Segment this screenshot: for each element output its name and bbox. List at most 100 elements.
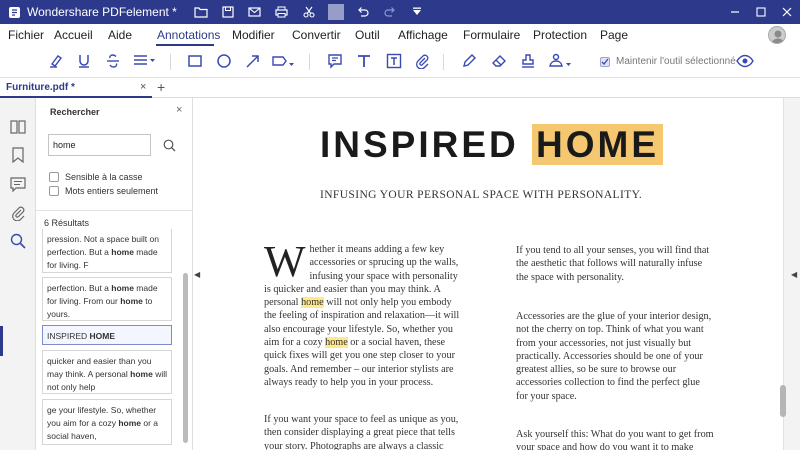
menu-formulaire[interactable]: Formulaire: [463, 28, 520, 42]
comments-icon[interactable]: [9, 175, 27, 193]
attach-icon[interactable]: [413, 52, 431, 70]
doc-heading: INSPIRED HOME: [320, 124, 664, 166]
textbox-icon[interactable]: [385, 52, 403, 70]
keep-tool-checkbox[interactable]: [600, 56, 610, 67]
toolbar-divider: [309, 54, 310, 70]
result-item-selected[interactable]: INSPIRED HOME: [42, 325, 172, 345]
left-rail: [0, 98, 36, 450]
signature-icon[interactable]: [548, 52, 574, 70]
menu-affichage[interactable]: Affichage: [398, 28, 448, 42]
undo-icon[interactable]: [355, 4, 371, 20]
menu-aide[interactable]: Aide: [108, 28, 132, 42]
add-tab-icon[interactable]: +: [157, 79, 165, 95]
app-logo-icon: [7, 5, 21, 19]
menu-modifier[interactable]: Modifier: [232, 28, 275, 42]
area-icon[interactable]: [271, 52, 297, 70]
app-title: Wondershare PDFelement *: [27, 5, 177, 19]
result-item[interactable]: quicker and easier than you may think. A…: [42, 350, 172, 394]
attachments-icon[interactable]: [9, 204, 27, 222]
scissors-icon[interactable]: [301, 4, 317, 20]
search-hit: home: [301, 297, 324, 309]
rail-active-indicator: [0, 326, 3, 356]
eye-icon[interactable]: [736, 52, 754, 70]
highlight-icon[interactable]: [47, 52, 65, 70]
bookmark-icon[interactable]: [9, 146, 27, 164]
results-list: pression. Not a space built on perfectio…: [42, 229, 172, 448]
eraser-icon[interactable]: [490, 52, 508, 70]
search-panel-title: Rechercher: [50, 107, 100, 117]
right-paragraph-1: If you tend to all your senses, you will…: [516, 245, 710, 283]
right-paragraph-2: Accessories are the glue of your interio…: [516, 311, 712, 402]
minimize-icon[interactable]: [722, 0, 748, 24]
right-paragraph-3: Ask yourself this: What do you want to g…: [516, 429, 714, 450]
title-bar: Wondershare PDFelement *: [0, 0, 800, 24]
menu-convertir[interactable]: Convertir: [292, 28, 341, 42]
close-icon[interactable]: [774, 0, 800, 24]
document-tab-bar: Furniture.pdf * × +: [0, 78, 800, 98]
keep-tool-selected[interactable]: Maintenir l'outil sélectionné: [600, 56, 736, 67]
menu-bar: Fichier Accueil Aide Annotations Modifie…: [0, 24, 800, 46]
toolbar-divider: [170, 54, 171, 70]
search-panel-icon[interactable]: [9, 232, 27, 250]
underline-icon[interactable]: [75, 52, 93, 70]
avatar[interactable]: [768, 26, 786, 44]
lines-icon[interactable]: [133, 52, 157, 70]
menu-outil[interactable]: Outil: [355, 28, 380, 42]
titlebar-divider: [327, 4, 344, 20]
left-column: Whether it means adding a few key access…: [264, 237, 462, 389]
collapse-panel-icon[interactable]: ◀: [194, 270, 200, 279]
search-panel-divider: [36, 210, 193, 211]
rectangle-icon[interactable]: [186, 52, 204, 70]
arrow-icon[interactable]: [244, 52, 262, 70]
search-input[interactable]: [48, 134, 151, 156]
print-icon[interactable]: [274, 4, 290, 20]
left-paragraph-1: Whether it means adding a few key access…: [264, 237, 460, 388]
expand-right-panel-icon[interactable]: ◀: [791, 270, 797, 279]
maximize-icon[interactable]: [748, 0, 774, 24]
redo-icon[interactable]: [382, 4, 398, 20]
ellipse-icon[interactable]: [215, 52, 233, 70]
left-paragraph-2: If you want your space to feel as unique…: [264, 414, 459, 450]
thumbnails-icon[interactable]: [9, 118, 27, 136]
results-count: 6 Résultats: [44, 218, 90, 228]
tab-close-icon[interactable]: ×: [140, 81, 146, 93]
case-sensitive-checkbox[interactable]: [49, 172, 59, 182]
comment-icon[interactable]: [326, 52, 344, 70]
folder-icon[interactable]: [193, 4, 209, 20]
menu-fichier[interactable]: Fichier: [8, 28, 44, 42]
search-panel-close-icon[interactable]: ×: [176, 104, 182, 116]
heading-highlight: HOME: [532, 124, 664, 165]
search-hit: home: [325, 337, 348, 349]
menu-protection[interactable]: Protection: [533, 28, 587, 42]
result-item[interactable]: perfection. But a home made for living. …: [42, 277, 172, 321]
menu-accueil[interactable]: Accueil: [54, 28, 93, 42]
whole-words-label: Mots entiers seulement: [65, 186, 159, 196]
keep-tool-label: Maintenir l'outil sélectionné: [616, 56, 736, 67]
search-icon[interactable]: [162, 138, 176, 152]
stamp-icon[interactable]: [519, 52, 537, 70]
dropdown-icon[interactable]: [409, 4, 425, 20]
doc-subtitle: INFUSING YOUR PERSONAL SPACE WITH PERSON…: [320, 189, 643, 201]
save-icon[interactable]: [220, 4, 236, 20]
toolbar-divider: [443, 54, 444, 70]
results-scrollbar[interactable]: [183, 273, 188, 443]
tab-label: Furniture.pdf *: [6, 81, 75, 93]
tab-furniture-pdf[interactable]: Furniture.pdf *: [0, 78, 152, 98]
menu-page[interactable]: Page: [600, 28, 628, 42]
result-item[interactable]: pression. Not a space built on perfectio…: [42, 229, 172, 273]
menu-annotations[interactable]: Annotations: [157, 28, 220, 42]
text-icon[interactable]: [355, 52, 373, 70]
strikethrough-icon[interactable]: [104, 52, 122, 70]
case-sensitive-label: Sensible à la casse: [65, 172, 143, 182]
case-sensitive-option[interactable]: Sensible à la casse: [49, 172, 143, 182]
pencil-icon[interactable]: [460, 52, 478, 70]
result-item[interactable]: ge your lifestyle. So, whether you aim f…: [42, 399, 172, 445]
mail-icon[interactable]: [247, 4, 263, 20]
annotation-toolbar: Maintenir l'outil sélectionné: [0, 46, 800, 78]
drop-cap: W: [264, 237, 306, 286]
whole-words-checkbox[interactable]: [49, 186, 59, 196]
whole-words-option[interactable]: Mots entiers seulement: [49, 186, 158, 196]
search-panel: Rechercher × Sensible à la casse Mots en…: [36, 98, 193, 450]
document-scrollbar[interactable]: [780, 385, 786, 417]
document-page: INSPIRED HOME INFUSING YOUR PERSONAL SPA…: [203, 98, 783, 450]
